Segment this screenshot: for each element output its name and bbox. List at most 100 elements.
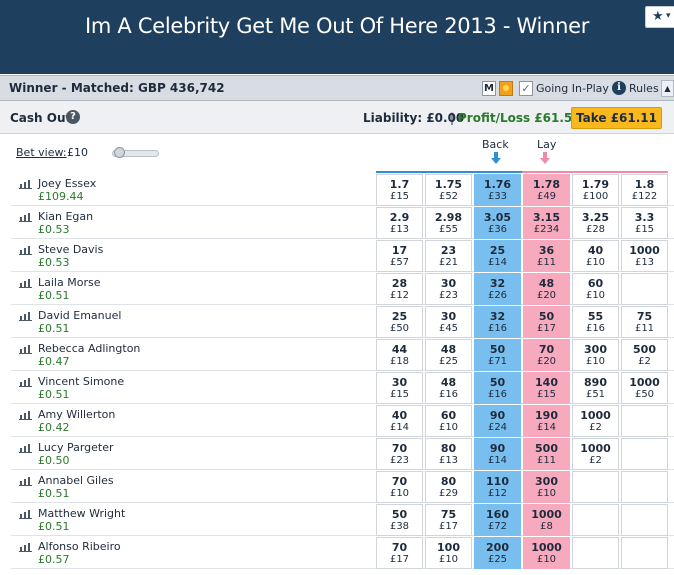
going-inplay-label: Going In-Play — [536, 82, 609, 95]
lay-price-cell[interactable]: 1.78 £49 — [523, 174, 570, 206]
lay-price-cell[interactable]: 50 £17 — [523, 306, 570, 338]
lay-price-cell[interactable]: 190 £14 — [523, 405, 570, 437]
price-odds: 25 — [489, 244, 506, 257]
lay-price-cell[interactable]: 1000 £8 — [523, 504, 570, 536]
back-price-cell[interactable]: 1.76 £33 — [474, 174, 521, 206]
price-odds: 70 — [391, 475, 408, 488]
price-odds: 32 — [489, 310, 506, 323]
chart-icon[interactable] — [19, 410, 32, 420]
price-stake: £15 — [634, 224, 655, 235]
multiples-badge[interactable]: M — [482, 81, 496, 96]
price-odds: 140 — [535, 376, 558, 389]
back-price-cell[interactable]: 70 £10 — [376, 471, 423, 503]
lay-price-cell[interactable]: 1000 £13 — [621, 240, 668, 272]
back-price-cell[interactable]: 1.75 £52 — [425, 174, 472, 206]
price-odds: 1.75 — [434, 178, 463, 191]
back-price-cell[interactable]: 40 £14 — [376, 405, 423, 437]
info-icon[interactable]: i — [612, 81, 626, 95]
lay-price-cell[interactable]: 60 £10 — [572, 273, 619, 305]
bet-view-link[interactable]: Bet view: — [16, 146, 67, 159]
back-price-cell[interactable]: 25 £50 — [376, 306, 423, 338]
chart-icon[interactable] — [19, 377, 32, 387]
favourite-button[interactable]: ★ ▾ — [645, 6, 674, 28]
chart-icon[interactable] — [19, 278, 32, 288]
back-price-cell[interactable]: 60 £10 — [425, 405, 472, 437]
lay-price-cell[interactable]: 500 £11 — [523, 438, 570, 470]
chart-icon[interactable] — [19, 311, 32, 321]
back-price-cell[interactable]: 70 £23 — [376, 438, 423, 470]
chart-icon[interactable] — [19, 476, 32, 486]
inplay-icon — [499, 81, 513, 96]
lay-price-cell[interactable]: 75 £11 — [621, 306, 668, 338]
back-price-cell[interactable]: 17 £57 — [376, 240, 423, 272]
lay-price-cell[interactable]: 1000 £50 — [621, 372, 668, 404]
lay-price-cell[interactable]: 890 £51 — [572, 372, 619, 404]
back-price-cell[interactable]: 32 £26 — [474, 273, 521, 305]
back-price-cell[interactable]: 100 £10 — [425, 537, 472, 569]
back-price-cell[interactable]: 50 £38 — [376, 504, 423, 536]
back-price-cell[interactable]: 2.98 £55 — [425, 207, 472, 239]
lay-price-cell[interactable]: 1.79 £100 — [572, 174, 619, 206]
back-price-cell[interactable]: 200 £25 — [474, 537, 521, 569]
lay-price-cell[interactable]: 500 £2 — [621, 339, 668, 371]
price-stake: £16 — [487, 323, 508, 334]
back-price-cell[interactable]: 48 £25 — [425, 339, 472, 371]
lay-price-cell[interactable]: 3.15 £234 — [523, 207, 570, 239]
back-price-cell[interactable]: 23 £21 — [425, 240, 472, 272]
back-price-cell[interactable]: 160 £72 — [474, 504, 521, 536]
back-price-cell[interactable]: 70 £17 — [376, 537, 423, 569]
lay-price-cell[interactable]: 300 £10 — [523, 471, 570, 503]
lay-price-cell[interactable]: 55 £16 — [572, 306, 619, 338]
lay-price-cell[interactable]: 3.3 £15 — [621, 207, 668, 239]
back-price-cell[interactable]: 2.9 £13 — [376, 207, 423, 239]
back-price-cell[interactable]: 90 £24 — [474, 405, 521, 437]
lay-price-cell[interactable]: 40 £10 — [572, 240, 619, 272]
back-price-cell[interactable]: 50 £71 — [474, 339, 521, 371]
chart-icon[interactable] — [19, 344, 32, 354]
back-price-cell[interactable]: 32 £16 — [474, 306, 521, 338]
chart-icon[interactable] — [19, 245, 32, 255]
price-odds: 28 — [391, 277, 408, 290]
scroll-arrow-icon[interactable]: ▲ — [661, 80, 674, 97]
back-price-cell[interactable]: 1.7 £15 — [376, 174, 423, 206]
back-price-cell[interactable]: 25 £14 — [474, 240, 521, 272]
chart-icon[interactable] — [19, 542, 32, 552]
back-price-cell[interactable]: 75 £17 — [425, 504, 472, 536]
price-odds: 60 — [440, 409, 457, 422]
take-cashout-button[interactable]: Take £61.11 — [571, 107, 662, 129]
back-price-cell[interactable]: 90 £14 — [474, 438, 521, 470]
lay-price-cell[interactable]: 1000 £2 — [572, 438, 619, 470]
lay-price-cell[interactable]: 1000 £2 — [572, 405, 619, 437]
back-price-cell[interactable]: 50 £16 — [474, 372, 521, 404]
price-stake: £23 — [438, 290, 459, 301]
chart-icon[interactable] — [19, 443, 32, 453]
help-icon[interactable]: ? — [66, 110, 80, 124]
lay-price-cell[interactable]: 48 £20 — [523, 273, 570, 305]
price-odds: 75 — [440, 508, 457, 521]
back-price-cell[interactable]: 110 £12 — [474, 471, 521, 503]
back-price-cell[interactable]: 3.05 £36 — [474, 207, 521, 239]
chevron-down-icon: ▾ — [666, 11, 671, 21]
back-price-cell[interactable]: 30 £15 — [376, 372, 423, 404]
price-stake: £11 — [536, 257, 557, 268]
back-price-cell[interactable]: 48 £16 — [425, 372, 472, 404]
rules-link[interactable]: Rules — [629, 82, 659, 95]
lay-price-cell[interactable]: 3.25 £28 — [572, 207, 619, 239]
back-price-cell[interactable]: 80 £13 — [425, 438, 472, 470]
back-price-cell[interactable]: 30 £23 — [425, 273, 472, 305]
back-price-cell[interactable]: 80 £29 — [425, 471, 472, 503]
bet-view-slider-handle[interactable] — [114, 147, 125, 158]
chart-icon[interactable] — [19, 509, 32, 519]
chart-icon[interactable] — [19, 179, 32, 189]
lay-price-cell[interactable]: 36 £11 — [523, 240, 570, 272]
back-price-cell[interactable]: 30 £45 — [425, 306, 472, 338]
lay-price-cell[interactable]: 300 £10 — [572, 339, 619, 371]
chart-icon[interactable] — [19, 212, 32, 222]
back-price-cell[interactable]: 44 £18 — [376, 339, 423, 371]
back-price-cell[interactable]: 28 £12 — [376, 273, 423, 305]
price-odds: 90 — [489, 409, 506, 422]
lay-price-cell[interactable]: 1000 £10 — [523, 537, 570, 569]
lay-price-cell[interactable]: 140 £15 — [523, 372, 570, 404]
lay-price-cell[interactable]: 1.8 £122 — [621, 174, 668, 206]
lay-price-cell[interactable]: 70 £20 — [523, 339, 570, 371]
